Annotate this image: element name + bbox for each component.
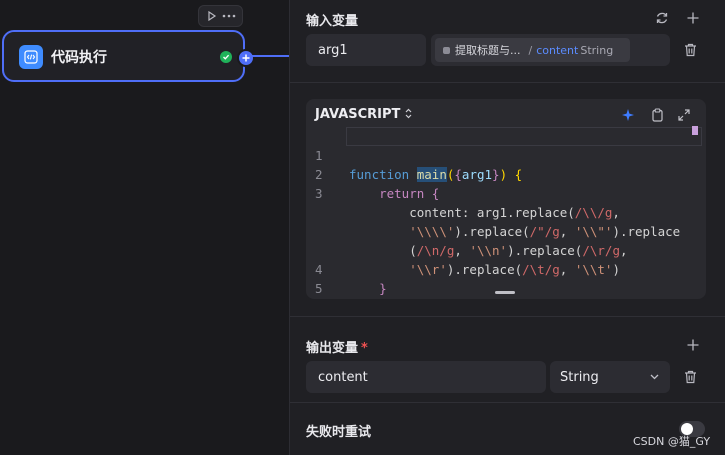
code-line: 5 } (306, 260, 351, 296)
section-divider (290, 82, 725, 83)
ref-node-name: 提取标题与... (455, 44, 521, 57)
code-text: '\\r').replace(/\t/g, '\\t') (409, 262, 620, 277)
node-title: 代码执行 (51, 50, 107, 66)
code-line: 6 (306, 279, 351, 291)
code-icon (19, 45, 43, 69)
code-line: '\\r').replace(/\t/g, '\\t') (306, 222, 620, 277)
code-line: 1 function main({arg1}) { (306, 127, 522, 182)
add-input-icon[interactable] (685, 10, 701, 26)
watermark: CSDN @猫_GY (633, 435, 711, 448)
delete-input-icon[interactable] (682, 42, 698, 58)
input-var-reference[interactable]: 提取标题与... / content String (431, 34, 670, 66)
retry-section-title: 失败时重试 (306, 425, 372, 440)
code-text: function main({arg1}) { (349, 167, 523, 182)
code-text: } (349, 298, 357, 299)
node-config-panel: 输入变量 arg1 提取标题与... / content String JAVA… (290, 0, 725, 455)
success-check-icon (220, 51, 232, 63)
output-type-value: String (560, 369, 599, 385)
code-line: 2 return { (306, 146, 439, 201)
reference-chip[interactable]: 提取标题与... / content String (435, 38, 630, 62)
ref-var-type: String (580, 43, 614, 57)
output-type-select[interactable]: String (550, 361, 670, 393)
horizontal-scrollbar[interactable] (495, 291, 515, 294)
add-node-button[interactable] (237, 49, 255, 67)
input-section-title: 输入变量 (306, 14, 359, 29)
language-selector[interactable]: JAVASCRIPT (315, 107, 412, 122)
chevron-down-icon (650, 374, 659, 380)
copy-icon[interactable] (649, 107, 665, 123)
ref-separator: / (528, 43, 533, 57)
scroll-marker (692, 126, 698, 135)
code-text: (/\n/g, '\\n').replace(/\r/g, (349, 243, 628, 258)
code-line: (/\n/g, '\\n').replace(/\r/g, (306, 203, 627, 258)
code-node[interactable]: 代码执行 (2, 30, 255, 82)
code-text: } (379, 281, 387, 296)
output-section-title: 输出变量 * (306, 337, 368, 356)
delete-output-icon[interactable] (682, 369, 698, 385)
add-output-icon[interactable] (685, 337, 701, 353)
run-icon[interactable] (205, 9, 219, 23)
ai-sparkle-icon[interactable] (620, 107, 636, 123)
more-icon[interactable] (222, 9, 236, 23)
section-divider (290, 402, 725, 403)
node-toolbar (198, 5, 243, 27)
expand-icon[interactable] (676, 107, 692, 123)
language-label: JAVASCRIPT (315, 107, 401, 122)
code-text: '\\\\').replace(/"/g, '\\"').replace (409, 224, 681, 239)
code-line: 4 } (306, 241, 387, 296)
required-mark: * (361, 341, 368, 356)
code-editor[interactable]: JAVASCRIPT 1 function main({arg1}) { 2 r… (306, 99, 706, 299)
output-var-name-field[interactable]: content (306, 361, 546, 393)
workflow-canvas[interactable]: 代码执行 (0, 0, 290, 455)
node-ref-icon (443, 46, 450, 54)
ref-var-name: content (536, 43, 579, 57)
refresh-icon[interactable] (654, 10, 670, 26)
code-line: 3 content: arg1.replace(/\\/g, (306, 165, 620, 220)
code-text: content: arg1.replace(/\\/g, (349, 205, 620, 220)
connection-edge (250, 55, 290, 57)
current-line-highlight (346, 127, 702, 146)
code-text: return { (379, 186, 440, 201)
output-title-text: 输出变量 (306, 341, 359, 356)
input-var-name-field[interactable]: arg1 (306, 34, 426, 66)
code-line: '\\\\').replace(/"/g, '\\"').replace (306, 184, 680, 239)
section-divider (290, 316, 725, 317)
